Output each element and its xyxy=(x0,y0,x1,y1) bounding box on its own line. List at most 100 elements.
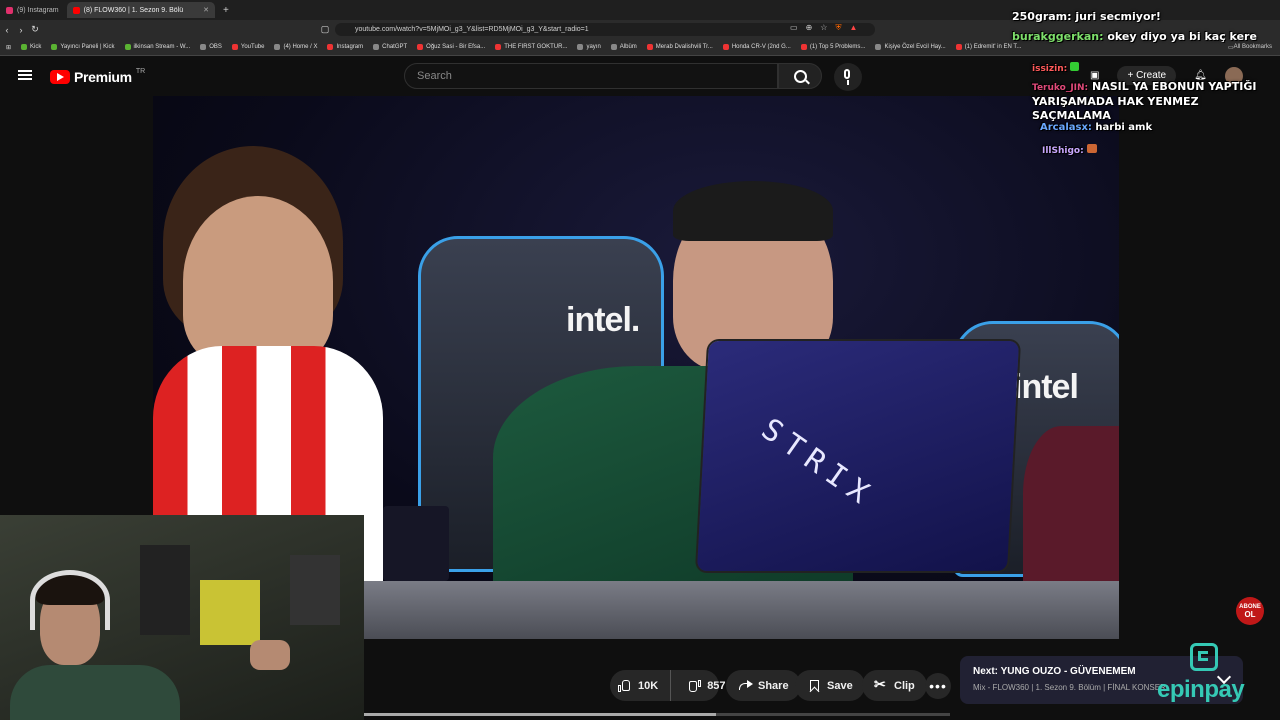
instagram-icon xyxy=(6,6,13,14)
more-icon: ••• xyxy=(929,678,947,694)
sponsor-logo: epinpay xyxy=(1157,676,1245,703)
tab-label: (9) Instagram xyxy=(17,6,59,14)
bookmark-item[interactable]: THE FIRST GOKTUR... xyxy=(495,44,567,50)
save-label: Save xyxy=(827,679,853,692)
like-dislike-group: 10K 857 xyxy=(610,670,726,701)
bookmark-item[interactable]: OBS xyxy=(200,44,222,50)
bookmark-label: yayın xyxy=(586,44,601,50)
epinpay-logo-icon xyxy=(1190,643,1218,671)
bookmark-label: Kick xyxy=(30,44,42,50)
chat-message: issizin: xyxy=(1032,62,1080,74)
close-tab-icon[interactable]: ✕ xyxy=(203,6,209,14)
menu-icon[interactable] xyxy=(18,70,32,80)
chat-message: Teruko_JIN: NASIL YA EBONUN YAPTIĞI YARI… xyxy=(1032,80,1280,123)
bookmark-label: OBS xyxy=(209,44,222,50)
bookmark-item[interactable]: (4) Home / X xyxy=(274,44,317,50)
star-icon[interactable]: ☆ xyxy=(820,23,827,33)
progress-bar[interactable] xyxy=(364,713,950,716)
url-text: youtube.com/watch?v=5MjMOi_g3_Y&list=RD5… xyxy=(355,26,589,33)
bookmark-label: (1) Top 5 Problems... xyxy=(809,44,866,50)
chat-message: burakggerkan: okey diyo ya bi kaç kere xyxy=(1012,30,1257,43)
cast-icon[interactable]: ▭ xyxy=(790,23,798,33)
youtube-icon xyxy=(955,44,962,50)
search-input[interactable]: Search xyxy=(404,63,778,89)
thumbs-down-icon xyxy=(687,679,701,693)
forward-arrow-icon[interactable]: › xyxy=(14,25,28,35)
bookmark-label: Instagram xyxy=(336,44,364,50)
save-icon xyxy=(807,679,821,693)
more-actions-button[interactable]: ••• xyxy=(925,673,951,699)
bookmark-label: Kişiye Özel Evcil Hay... xyxy=(884,44,946,50)
warning-icon[interactable]: ▲ xyxy=(849,23,857,33)
bookmark-item[interactable]: Instagram xyxy=(327,44,363,50)
bookmark-item[interactable]: Kick xyxy=(21,44,41,50)
search-button[interactable] xyxy=(778,63,822,89)
emote-icon xyxy=(1086,144,1097,153)
share-button[interactable]: Share xyxy=(726,670,801,701)
new-tab-button[interactable]: + xyxy=(217,5,235,16)
x-icon xyxy=(274,44,281,50)
streamer-body xyxy=(10,665,180,720)
bookmark-item[interactable]: Kişiye Özel Evcil Hay... xyxy=(875,44,946,50)
country-code: TR xyxy=(135,67,146,75)
bookmark-label: Albüm xyxy=(619,44,637,50)
chat-message: 250gram: juri secmiyor! xyxy=(1012,10,1161,23)
chat-text: harbi amk xyxy=(1095,122,1153,133)
site-icon xyxy=(875,44,882,50)
kick-icon xyxy=(21,44,28,50)
intel-logo: intel xyxy=(1013,368,1079,406)
headphones-icon xyxy=(30,570,110,630)
chat-user: 250gram: xyxy=(1012,10,1072,23)
bookmark-label: ChatGPT xyxy=(382,44,408,50)
chat-text: okey diyo ya bi kaç kere xyxy=(1107,30,1257,43)
clip-button[interactable]: Clip xyxy=(862,670,927,701)
like-button[interactable]: 10K xyxy=(610,670,672,701)
bookmark-item[interactable]: Oğuz Sasi - Bir Efsa... xyxy=(417,44,485,50)
chat-message: IllShigo: xyxy=(1042,144,1097,156)
youtube-icon xyxy=(800,44,807,50)
person-center-hair xyxy=(673,181,833,241)
chat-user: issizin: xyxy=(1032,64,1068,74)
bookmark-label: (4) Home / X xyxy=(283,44,318,50)
bookmark-item[interactable]: Merab Dvalishvili Tr... xyxy=(646,44,713,50)
bookmark-label: ilkinsan Stream - W... xyxy=(133,44,191,50)
save-button[interactable]: Save xyxy=(795,670,865,701)
reload-icon[interactable]: ↻ xyxy=(28,24,42,35)
bookmark-item[interactable]: Yayıncı Paneli | Kick xyxy=(51,44,115,50)
bookmark-item[interactable]: (1) Top 5 Problems... xyxy=(800,44,866,50)
bookmark-label: YouTube xyxy=(240,44,265,50)
bookmark-label: THE FIRST GOKTUR... xyxy=(504,44,568,50)
bookmark-label: Yayıncı Paneli | Kick xyxy=(60,44,115,50)
bookmark-item[interactable]: YouTube xyxy=(231,44,265,50)
search-placeholder: Search xyxy=(417,70,452,82)
apps-icon[interactable]: ⊞ xyxy=(6,44,11,51)
streamer-hand xyxy=(250,640,290,670)
folder-icon xyxy=(577,44,584,50)
person-right-shirt xyxy=(1023,426,1119,596)
tab-youtube-video[interactable]: (8) FLOW360 | 1. Sezon 9. Bölü ✕ xyxy=(66,2,215,18)
youtube-play-icon xyxy=(50,70,70,84)
voice-search-icon[interactable] xyxy=(834,63,862,91)
youtube-premium-logo[interactable]: Premium TR xyxy=(50,67,146,85)
brave-shield-icon[interactable]: ⛨ xyxy=(835,23,841,33)
bookmark-item[interactable]: ilkinsan Stream - W... xyxy=(124,44,191,50)
dislike-count: 857 xyxy=(707,679,726,692)
tab-instagram[interactable]: (9) Instagram xyxy=(0,2,65,18)
youtube-icon xyxy=(495,44,502,50)
chat-text: juri secmiyor! xyxy=(1075,10,1161,23)
clip-label: Clip xyxy=(894,679,915,692)
address-bar-icons: ▭ ⊕ ☆ ⛨ ▲ xyxy=(790,23,857,33)
zoom-icon[interactable]: ⊕ xyxy=(806,23,813,33)
bookmark-item[interactable]: yayın xyxy=(577,44,601,50)
obs-icon xyxy=(200,44,207,50)
emote-icon xyxy=(1070,62,1080,71)
bookmark-item[interactable]: Albüm xyxy=(610,44,637,50)
chat-message: Arcalasx: harbi amk xyxy=(1040,122,1152,133)
chat-user: burakggerkan: xyxy=(1012,30,1104,43)
bookmark-icon[interactable]: ▢ xyxy=(318,24,332,35)
bookmark-label: Honda CR-V (2nd G... xyxy=(731,44,791,50)
laptop xyxy=(696,341,1020,571)
back-arrow-icon[interactable]: ‹ xyxy=(0,25,14,35)
bookmark-item[interactable]: Honda CR-V (2nd G... xyxy=(722,44,791,50)
bookmark-item[interactable]: ChatGPT xyxy=(373,44,407,50)
